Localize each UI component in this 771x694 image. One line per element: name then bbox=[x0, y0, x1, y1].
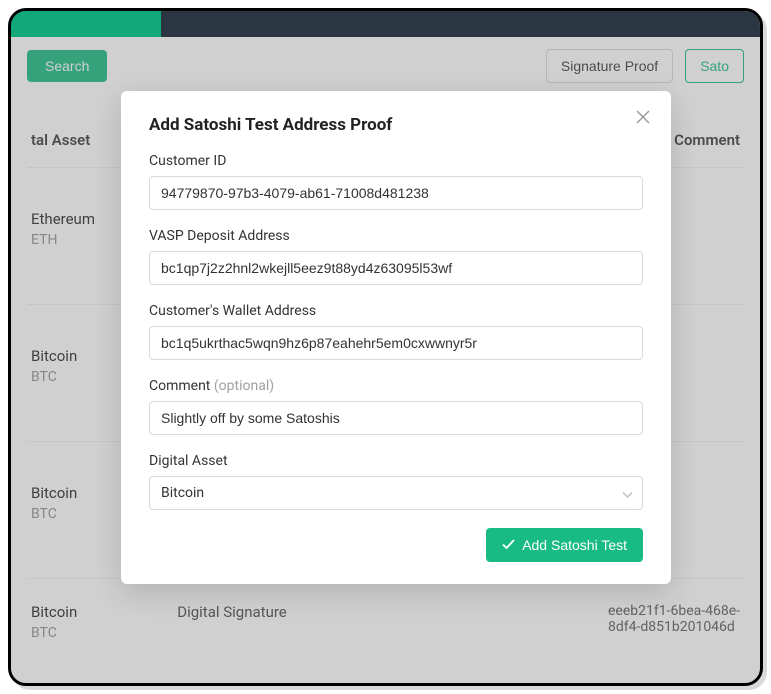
top-bar bbox=[11, 11, 760, 37]
add-satoshi-test-modal: Add Satoshi Test Address Proof Customer … bbox=[121, 91, 671, 584]
add-satoshi-test-button[interactable]: Add Satoshi Test bbox=[486, 528, 643, 562]
vasp-address-label: VASP Deposit Address bbox=[149, 228, 643, 244]
digital-asset-label: Digital Asset bbox=[149, 453, 643, 469]
vasp-address-input[interactable] bbox=[149, 251, 643, 285]
close-icon[interactable] bbox=[633, 107, 653, 127]
customer-id-input[interactable] bbox=[149, 176, 643, 210]
customer-id-label: Customer ID bbox=[149, 153, 643, 169]
check-icon bbox=[502, 537, 515, 553]
digital-asset-select[interactable]: Bitcoin bbox=[149, 476, 643, 510]
comment-input[interactable] bbox=[149, 401, 643, 435]
wallet-address-label: Customer's Wallet Address bbox=[149, 303, 643, 319]
comment-label: Comment (optional) bbox=[149, 378, 643, 394]
wallet-address-input[interactable] bbox=[149, 326, 643, 360]
top-bar-accent bbox=[11, 11, 161, 37]
modal-title: Add Satoshi Test Address Proof bbox=[149, 115, 643, 135]
